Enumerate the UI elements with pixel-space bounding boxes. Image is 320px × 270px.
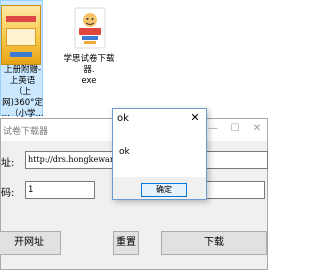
reset-button[interactable]: 重置	[113, 231, 139, 255]
dialog-title: ok	[117, 113, 129, 124]
close-icon[interactable]: ✕	[189, 112, 201, 124]
code-input[interactable]: 1	[25, 181, 95, 199]
code-label: 码:	[1, 188, 15, 199]
message-dialog: ok ✕ ok 确定	[112, 108, 207, 200]
close-icon[interactable]: ✕	[251, 123, 263, 135]
dialog-message: ok	[119, 147, 130, 157]
ok-button[interactable]: 确定	[141, 183, 187, 197]
file-item-downloader-exe[interactable]: 学思试卷下载器. exe	[58, 6, 120, 96]
download-button[interactable]: 下载	[161, 231, 267, 255]
desktop-area: 上册附赠- 上英语 （上 网)360°定 …（小学... 学思试卷下载器. ex…	[0, 0, 270, 119]
book-thumbnail-icon	[1, 5, 41, 65]
open-url-button[interactable]: 开网址	[0, 231, 61, 255]
dialog-body: ok	[113, 129, 206, 177]
maximize-icon[interactable]: ☐	[229, 123, 241, 135]
app-exe-icon	[74, 7, 106, 49]
file-label: 学思试卷下载器. exe	[63, 54, 115, 86]
minimize-icon[interactable]: —	[207, 123, 219, 135]
file-item-textbook[interactable]: 上册附赠- 上英语 （上 网)360°定 …（小学...	[0, 0, 44, 119]
window-title: 试卷下载器	[3, 127, 49, 137]
dialog-titlebar[interactable]: ok ✕	[113, 109, 206, 129]
url-label: 址:	[1, 158, 15, 169]
file-label: 上册附赠- 上英语 （上 网)360°定 …（小学...	[1, 65, 44, 119]
